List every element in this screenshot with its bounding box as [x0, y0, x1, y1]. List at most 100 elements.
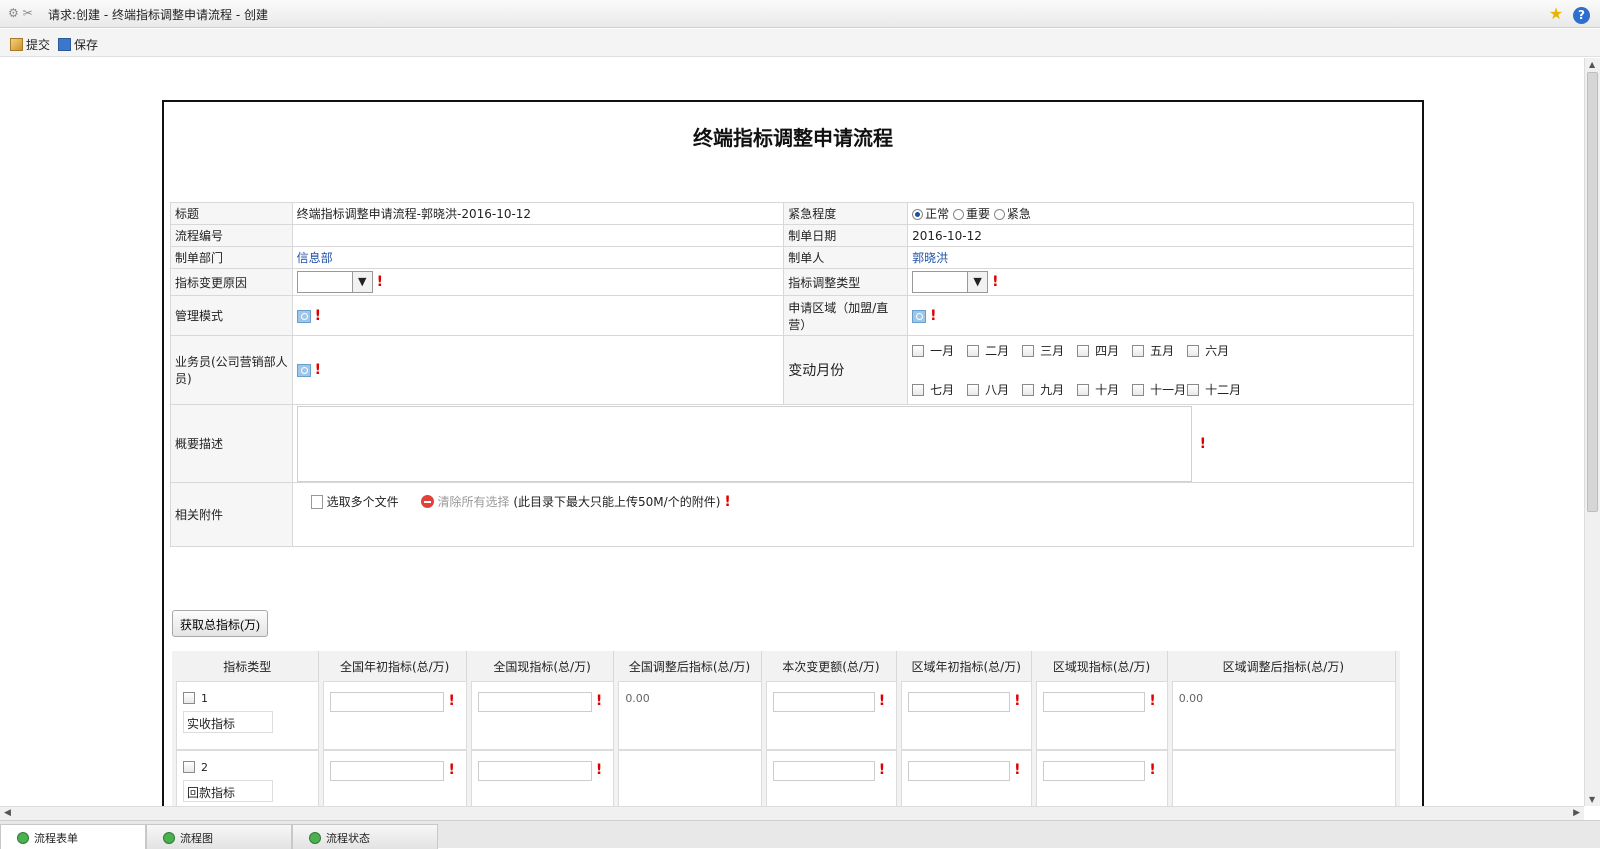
urgency-group: 正常 重要 紧急 [907, 202, 1414, 225]
month-checkbox[interactable]: 十月 [1077, 381, 1132, 398]
table-row: 2 回款指标 ! ! ! ! ! [176, 750, 1396, 806]
save-button[interactable]: 保存 [58, 36, 98, 53]
tab-flow-form[interactable]: 流程表单 [0, 824, 146, 849]
month-checkbox[interactable]: 五月 [1132, 342, 1187, 359]
urgency-urgent-radio[interactable]: 紧急 [993, 207, 1031, 221]
scroll-thumb[interactable] [1587, 72, 1598, 512]
required-icon: ! [1014, 693, 1021, 709]
browse-icon[interactable] [296, 364, 311, 377]
indicator-grid: 指标类型 全国年初指标(总/万) 全国现指标(总/万) 全国调整后指标(总/万)… [172, 651, 1400, 806]
reason-select[interactable]: ▼ [296, 271, 373, 293]
value-input[interactable] [1043, 761, 1146, 781]
chevron-down-icon: ▼ [967, 272, 988, 292]
month-checkbox[interactable]: 九月 [1022, 381, 1077, 398]
required-icon: ! [595, 693, 603, 709]
chevron-down-icon: ▼ [351, 272, 372, 292]
month-checkbox[interactable]: 十一月 [1132, 381, 1187, 398]
month-checkbox[interactable]: 六月 [1187, 342, 1242, 359]
submit-button[interactable]: 提交 [10, 36, 50, 53]
region-adjusted-value: 0.00 [1171, 681, 1396, 750]
required-icon: ! [1199, 435, 1207, 452]
month-checkbox[interactable]: 四月 [1077, 342, 1132, 359]
required-icon: ! [595, 762, 603, 778]
month-checkbox[interactable]: 一月 [912, 342, 967, 359]
indicator-name-field[interactable]: 实收指标 [183, 711, 273, 733]
required-icon: ! [1149, 762, 1156, 778]
month-checkbox[interactable]: 七月 [912, 381, 967, 398]
value-input[interactable] [1043, 692, 1146, 712]
title-label: 标题 [170, 202, 293, 225]
value-input[interactable] [477, 692, 592, 712]
horizontal-scrollbar[interactable]: ◀ ▶ [0, 806, 1584, 820]
scroll-left-icon[interactable]: ◀ [4, 808, 11, 818]
form-scroll-area[interactable]: 终端指标调整申请流程 标题 终端指标调整申请流程-郭晓洪-2016-10-12 … [0, 58, 1584, 806]
tab-flow-status[interactable]: 流程状态 [292, 824, 438, 849]
title-bar: ⚙ ✂ 请求:创建 - 终端指标调整申请流程 - 创建 ★ ? [0, 0, 1600, 28]
row-checkbox[interactable]: 2 [183, 761, 208, 774]
flow-icon [163, 832, 175, 844]
scroll-down-icon[interactable]: ▼ [1589, 795, 1595, 804]
attach-label: 相关附件 [170, 482, 293, 547]
clear-selection-button[interactable]: 清除所有选择 [420, 495, 510, 509]
flow-no-label: 流程编号 [170, 224, 293, 247]
file-icon [310, 495, 323, 509]
column-header: 区域调整后指标(总/万) [1171, 651, 1396, 681]
select-files-button[interactable]: 选取多个文件 [310, 495, 399, 509]
scroll-right-icon[interactable]: ▶ [1573, 808, 1580, 818]
required-icon: ! [448, 762, 455, 778]
required-icon: ! [1149, 693, 1156, 709]
month-checkbox[interactable]: 八月 [967, 381, 1022, 398]
column-header: 指标类型 [176, 651, 320, 681]
months-label: 变动月份 [783, 335, 909, 405]
required-icon: ! [1014, 762, 1021, 778]
date-label: 制单日期 [783, 224, 909, 247]
value-input[interactable] [330, 692, 445, 712]
row-checkbox[interactable]: 1 [183, 692, 208, 705]
adjust-type-label: 指标调整类型 [783, 268, 909, 296]
month-checkbox[interactable]: 十二月 [1187, 381, 1242, 398]
month-checkbox[interactable]: 二月 [967, 342, 1022, 359]
month-checkbox-group: 一月 二月 三月 四月 五月 六月 七月 八月 九月 十月 十一月 十二月 [912, 338, 1409, 402]
value-input[interactable] [772, 761, 875, 781]
vertical-scrollbar[interactable]: ▲ ▼ [1584, 58, 1600, 806]
browse-icon[interactable] [912, 309, 927, 323]
required-icon: ! [376, 273, 384, 290]
value-input[interactable] [772, 692, 875, 712]
creator-value-link[interactable]: 郭晓洪 [907, 246, 1414, 269]
national-adjusted-value: 0.00 [618, 681, 762, 750]
indicator-name-field[interactable]: 回款指标 [183, 780, 273, 802]
window-tools-icon[interactable]: ⚙ ✂ [8, 6, 33, 20]
salesman-label: 业务员(公司营销部人员) [170, 335, 293, 405]
value-input[interactable] [477, 761, 592, 781]
get-total-indicator-button[interactable]: 获取总指标(万) [172, 610, 268, 637]
save-icon [58, 38, 71, 51]
flow-no-value [291, 224, 785, 247]
tab-flow-chart[interactable]: 流程图 [146, 824, 292, 849]
value-input[interactable] [330, 761, 445, 781]
form-table: 标题 终端指标调整申请流程-郭晓洪-2016-10-12 紧急程度 正常 重要 … [170, 202, 1415, 547]
help-icon[interactable]: ? [1573, 7, 1590, 24]
reason-label: 指标变更原因 [170, 268, 293, 296]
flow-icon [309, 832, 321, 844]
dept-value-link[interactable]: 信息部 [291, 246, 785, 269]
column-header: 全国年初指标(总/万) [323, 651, 467, 681]
mgmt-mode-label: 管理模式 [170, 295, 293, 336]
value-input[interactable] [908, 692, 1011, 712]
bottom-tab-bar: 流程表单 流程图 流程状态 [0, 820, 1600, 849]
window-title: 请求:创建 - 终端指标调整申请流程 - 创建 [48, 8, 268, 22]
urgency-important-radio[interactable]: 重要 [953, 207, 990, 221]
required-icon: ! [992, 273, 999, 290]
favorite-star-icon[interactable]: ★ [1549, 4, 1563, 23]
adjust-type-select[interactable]: ▼ [912, 271, 989, 293]
month-checkbox[interactable]: 三月 [1022, 342, 1077, 359]
scroll-up-icon[interactable]: ▲ [1589, 60, 1595, 69]
column-header: 区域年初指标(总/万) [901, 651, 1033, 681]
summary-textarea[interactable] [296, 405, 1192, 482]
submit-icon [10, 38, 23, 51]
column-header: 全国现指标(总/万) [470, 651, 615, 681]
browse-icon[interactable] [296, 309, 311, 323]
urgency-normal-radio[interactable]: 正常 [912, 207, 949, 221]
required-icon: ! [448, 693, 455, 709]
date-value: 2016-10-12 [907, 224, 1414, 247]
value-input[interactable] [908, 761, 1011, 781]
